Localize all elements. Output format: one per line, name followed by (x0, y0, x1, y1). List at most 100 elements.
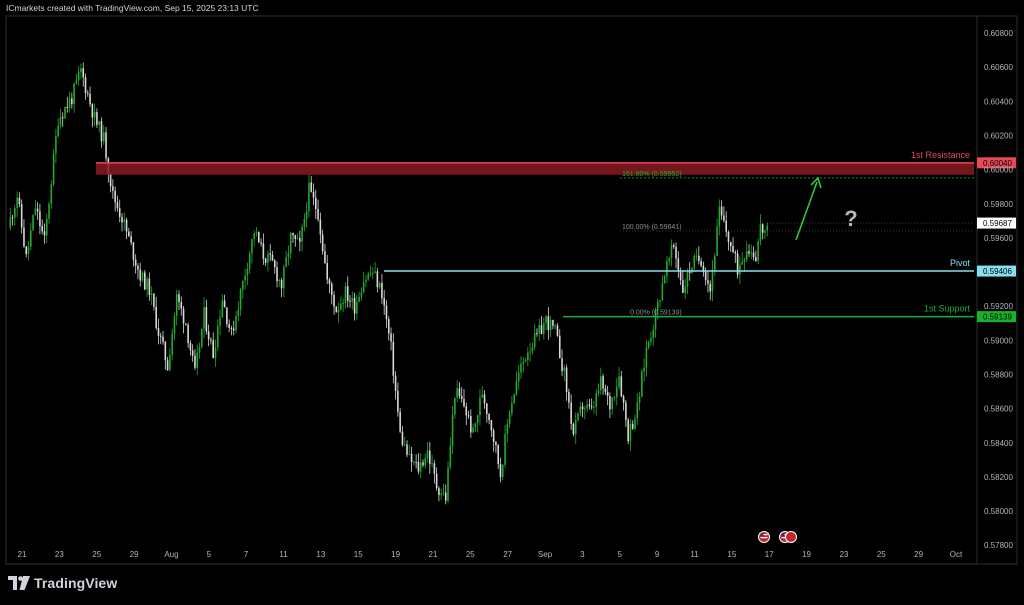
price-tick-label: 0.58800 (984, 371, 1013, 380)
candle-body (540, 325, 543, 335)
candle-body (392, 341, 395, 376)
candle-body (593, 406, 595, 408)
candle-body (296, 238, 299, 240)
candle-body (442, 492, 445, 494)
candle-body (679, 271, 682, 281)
candle-body (732, 246, 734, 253)
price-tick-label: 0.60200 (984, 132, 1013, 141)
candle-body (299, 238, 301, 242)
candle-body (552, 319, 554, 326)
candle-body (625, 402, 627, 420)
candle-body (128, 231, 130, 237)
candle-body (144, 272, 146, 290)
candle-body (157, 328, 160, 336)
candle-body (476, 415, 479, 423)
candle-body (513, 394, 515, 404)
support-resistance-levels: 1st Resistance0.60040Pivot0.594061st Sup… (96, 150, 1016, 323)
price-tick-label: 0.59000 (984, 336, 1013, 345)
candle-body (527, 352, 529, 361)
candle-body (162, 336, 164, 342)
price-tick-label: 0.59200 (984, 302, 1013, 311)
candle-body (524, 360, 527, 362)
candle-body (684, 286, 686, 293)
candle-body (766, 225, 769, 231)
candle-body (401, 431, 404, 445)
candle-body (429, 450, 431, 464)
candle-body (504, 434, 506, 465)
candle-body (121, 216, 123, 223)
candle-body (413, 461, 415, 463)
candle-body (545, 316, 547, 324)
candle-body (417, 461, 420, 472)
candle-body (278, 279, 281, 282)
price-tick-label: 0.59800 (984, 200, 1013, 209)
candle-body (670, 245, 673, 259)
candle-body (422, 462, 424, 466)
candle-body (563, 367, 566, 372)
candle-body (727, 231, 730, 242)
candle-body (32, 214, 34, 231)
candle-body (390, 333, 392, 342)
candle-body (570, 402, 572, 424)
candle-body (221, 300, 224, 318)
candle-body (661, 283, 664, 300)
candle-body (9, 217, 12, 228)
candle-body (602, 376, 604, 389)
candle-body (688, 271, 691, 273)
candle-body (597, 390, 600, 394)
time-tick-label: 25 (92, 550, 101, 559)
candle-body (216, 325, 219, 348)
candle-body (294, 235, 297, 240)
time-tick-label: 21 (429, 550, 438, 559)
time-tick-label: 7 (244, 550, 249, 559)
candle-body (57, 125, 59, 137)
price-chart[interactable]: 1st Resistance0.60040Pivot0.594061st Sup… (0, 0, 1024, 605)
candle-body (615, 387, 618, 398)
candle-body (196, 352, 199, 368)
candle-body (315, 197, 317, 210)
flag-canton (760, 533, 764, 536)
candle-body (725, 220, 727, 232)
time-tick-label: 13 (316, 550, 325, 559)
candle-body (376, 271, 379, 288)
candle-body (260, 242, 262, 244)
candle-body (292, 233, 294, 236)
candle-body (497, 445, 499, 465)
candle-body (403, 444, 406, 446)
candle-body (743, 259, 746, 262)
candle-body (164, 341, 167, 361)
candle-body (273, 260, 276, 268)
candle-body (647, 341, 650, 348)
candle-body (709, 283, 712, 292)
price-tick-label: 0.60600 (984, 63, 1013, 72)
time-tick-label: 17 (765, 550, 774, 559)
candle-body (561, 358, 563, 372)
candle-body (367, 273, 370, 280)
candle-body (698, 255, 700, 262)
candle-body (435, 473, 438, 489)
candle-body (634, 418, 636, 429)
candle-body (666, 261, 668, 277)
candle-body (650, 337, 652, 342)
candle-body (474, 422, 477, 428)
candle-body (641, 371, 643, 397)
candle-body (141, 272, 144, 281)
tradingview-brand[interactable]: TradingView (8, 575, 117, 591)
candle-body (440, 493, 442, 496)
time-tick-label: Aug (164, 550, 178, 559)
candle-body (337, 309, 340, 313)
candle-body (139, 269, 142, 281)
candle-body (506, 424, 509, 435)
candle-body (556, 325, 559, 336)
candle-body (198, 346, 201, 353)
candle-body (627, 419, 629, 442)
candle-body (663, 276, 666, 284)
time-tick-label: Oct (950, 550, 963, 559)
candle-body (486, 403, 488, 415)
candle-body (467, 415, 470, 417)
candle-body (237, 309, 240, 316)
time-tick-label: 25 (466, 550, 475, 559)
economic-events (758, 531, 797, 543)
candle-body (41, 226, 43, 232)
time-tick-label: 11 (690, 550, 699, 559)
